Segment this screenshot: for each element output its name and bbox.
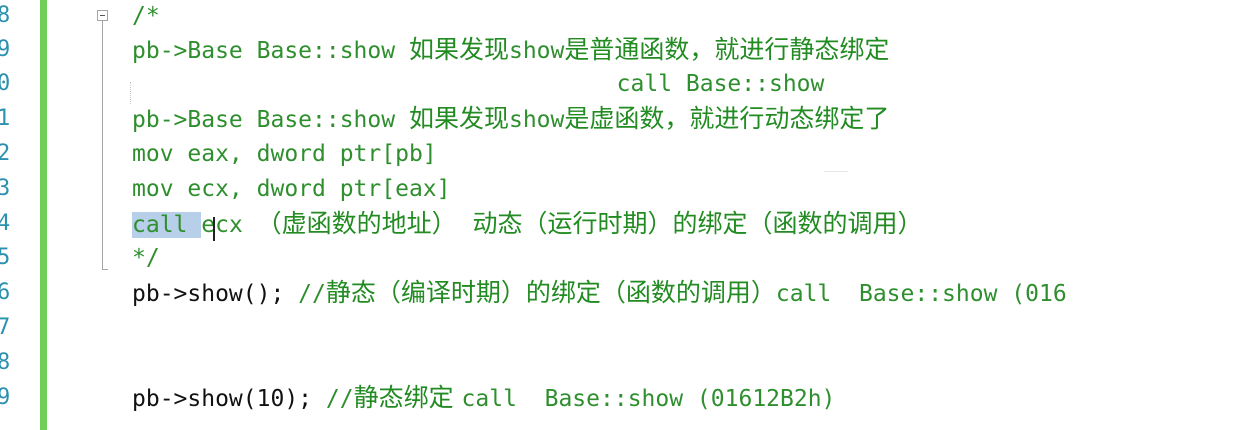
comment-text: 静态（编译时期）的绑定（函数的调用） [325, 278, 776, 307]
comment-text: call Base::show (016 [775, 281, 1067, 307]
code-line[interactable]: mov eax, dword ptr[pb] [132, 137, 437, 171]
comment-text: （虚函数的地址） 动态（运行时期）的绑定（函数的调用） [256, 209, 923, 238]
line-number: 2 [0, 141, 11, 166]
code-line[interactable]: pb->Base Base::show 如果发现show是虚函数，就进行动态绑定… [132, 102, 889, 136]
line-number: 7 [0, 315, 11, 340]
code-line[interactable]: pb->show(10); //静态绑定 call Base::show (01… [132, 381, 835, 415]
outline-margin [47, 0, 108, 430]
outline-guide-end [102, 269, 108, 270]
line-number: 6 [0, 280, 11, 305]
comment-text: call Base::show [132, 71, 825, 97]
code-line[interactable]: call Base::show [132, 67, 825, 101]
line-number: 8 [0, 3, 11, 28]
code-line[interactable]: */ [132, 241, 160, 275]
selected-text: call [132, 212, 202, 238]
line-number: 9 [0, 385, 11, 410]
comment-text: pb->Base Base::show [132, 107, 409, 133]
change-tracking-bar [40, 0, 47, 430]
comment-text: 是虚函数，就进行动态绑定了 [564, 104, 890, 133]
comment-text: 静态绑定 [353, 383, 462, 412]
line-number: 5 [0, 245, 11, 270]
code-line[interactable]: /* [132, 0, 160, 33]
comment-text: 如果发现 [408, 104, 509, 133]
comment-text: pb->Base Base::show [132, 38, 409, 64]
code-token: pb->show(10); [132, 386, 326, 412]
code-line[interactable]: call ecx （虚函数的地址） 动态（运行时期）的绑定（函数的调用） [132, 207, 923, 241]
line-number: 9 [0, 37, 11, 62]
outline-guide-line [102, 21, 103, 269]
comment-text: */ [132, 245, 160, 271]
code-line[interactable]: pb->Base Base::show 如果发现show是普通函数，就进行静态绑… [132, 33, 889, 67]
faint-marker [824, 171, 848, 172]
comment-text: // [298, 281, 326, 307]
comment-text: mov ecx, dword ptr[eax] [132, 176, 451, 202]
comment-text: mov eax, dword ptr[pb] [132, 141, 437, 167]
code-token: pb->show(); [132, 281, 299, 307]
comment-text: call Base::show (01612B2h) [461, 386, 836, 412]
text-caret [213, 217, 215, 241]
comment-text: // [325, 386, 354, 412]
indent-guide [130, 82, 131, 104]
comment-text: 如果发现 [408, 35, 509, 64]
comment-text: ecx [201, 212, 257, 238]
line-number: 1 [0, 106, 11, 131]
line-number: 3 [0, 176, 11, 201]
line-number: 4 [0, 211, 11, 236]
code-line[interactable]: pb->show(); //静态（编译时期）的绑定（函数的调用）call Bas… [132, 276, 1067, 310]
comment-text: /* [132, 3, 160, 29]
line-number-gutter: 8 9 0 1 2 3 4 5 6 7 8 9 [0, 0, 40, 430]
line-number: 0 [0, 71, 11, 96]
comment-text: show [508, 38, 565, 64]
code-line[interactable]: mov ecx, dword ptr[eax] [132, 172, 451, 206]
code-editor[interactable]: 890123456789 /* pb->Base Base::show 如果发现s… [0, 0, 1253, 430]
comment-text: 是普通函数，就进行静态绑定 [564, 35, 890, 64]
comment-text: show [508, 107, 565, 133]
collapse-toggle-icon[interactable] [97, 10, 108, 21]
line-number: 8 [0, 350, 11, 375]
